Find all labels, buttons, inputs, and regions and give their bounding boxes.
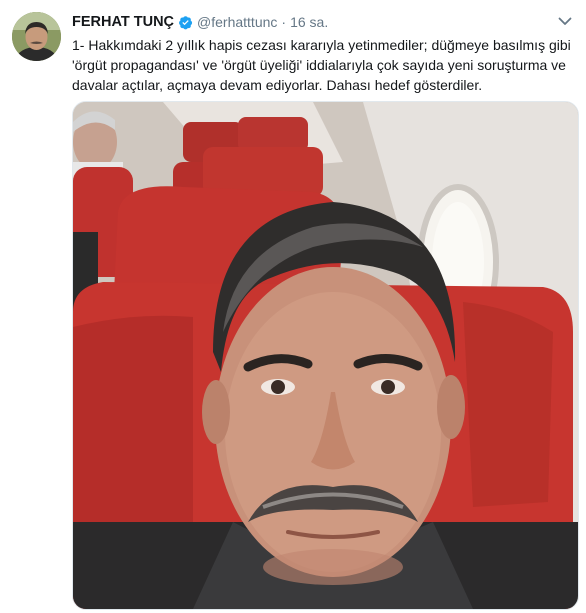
tweet[interactable]: FERHAT TUNÇ @ferhatttunc · 16 sa. 1- Hak… (0, 0, 586, 613)
separator-dot: · (281, 14, 287, 30)
tweet-text: 1- Hakkımdaki 2 yıllık hapis cezası kara… (72, 37, 571, 93)
avatar[interactable] (12, 12, 61, 61)
verified-badge-icon (178, 15, 193, 30)
tweet-photo[interactable] (72, 101, 579, 610)
author-handle[interactable]: @ferhatttunc (197, 14, 277, 30)
author-name[interactable]: FERHAT TUNÇ (72, 14, 174, 30)
tweet-timestamp[interactable]: 16 sa. (290, 14, 328, 30)
chevron-down-icon[interactable] (556, 12, 574, 30)
tweet-header: FERHAT TUNÇ @ferhatttunc · 16 sa. (72, 12, 328, 32)
